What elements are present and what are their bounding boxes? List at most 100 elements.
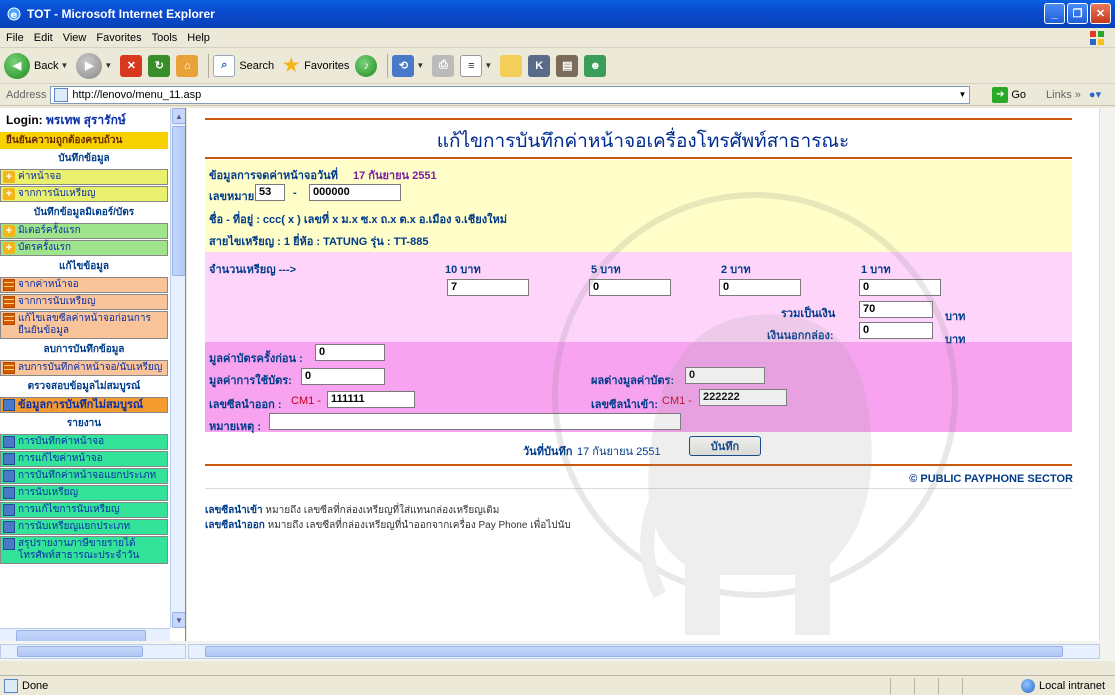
number-dash: - (293, 187, 297, 199)
nav-edit-coins[interactable]: จากการนับเหรียญ (0, 294, 168, 310)
page-done-icon (4, 678, 18, 693)
search-label: Search (239, 59, 275, 72)
nav-report-screen[interactable]: การบันทึกค่าหน้าจอ (0, 434, 168, 450)
plus-icon: + (3, 188, 15, 200)
nav-card-first[interactable]: + บัตรครั้งแรก (0, 240, 168, 256)
refresh-button[interactable]: ↻ (148, 54, 171, 77)
seal-in-label: เลขซีลนำเข้า: (591, 399, 659, 411)
menu-bar: File Edit View Favorites Tools Help (0, 28, 1115, 48)
nav-report-coins-type[interactable]: การนับเหรียญแยกประเภท (0, 519, 168, 535)
home-button[interactable]: ⌂ (176, 54, 199, 77)
address-input[interactable]: http://lenovo/menu_11.asp ▼ (50, 85, 971, 104)
left-frame-hscroll[interactable] (0, 644, 186, 659)
frame-horizontal-scrollbars (0, 641, 1115, 661)
menu-tools[interactable]: Tools (152, 32, 178, 44)
nav-vertical-scrollbar[interactable]: ▲ ▼ (170, 108, 185, 628)
maximize-button[interactable]: ❐ (1067, 3, 1088, 24)
scroll-thumb[interactable] (17, 646, 143, 657)
number-field[interactable]: 000000 (309, 184, 401, 201)
total-field[interactable]: 70 (859, 301, 933, 318)
nav-report-edit-coins[interactable]: การแก้ไขการนับเหรียญ (0, 502, 168, 518)
box-money-label: เงินนอกกล่อง: (767, 330, 834, 342)
address-dropdown-icon[interactable]: ▼ (958, 90, 966, 99)
card-use-field[interactable]: 0 (301, 368, 385, 385)
scroll-up-icon[interactable]: ▲ (172, 108, 185, 124)
scroll-thumb[interactable] (172, 126, 185, 276)
card-diff-field[interactable]: 0 (685, 367, 765, 384)
nav-record-coins[interactable]: + จากการนับเหรียญ (0, 186, 168, 202)
menu-view[interactable]: View (63, 32, 87, 44)
nav-incomplete[interactable]: ข้อมูลการบันทึกไม่สมบูรณ์ (0, 397, 168, 413)
nav-report-tax[interactable]: สรุปรายงานภาษีขายรายได้โทรศัพท์สาธารณะปร… (0, 536, 168, 564)
name-address: ชื่อ - ที่อยู่ : ccc( x ) เลขที่ x ม.x ซ… (209, 214, 507, 226)
back-button[interactable]: ◀ Back ▼ (4, 52, 70, 79)
box-money-baht: บาท (945, 334, 966, 346)
confirm-link[interactable]: ยืนยันความถูกต้องครบถ้วน (0, 132, 168, 149)
nav-edit-seal[interactable]: แก้ไขเลขซีลค่าหน้าจอก่อนการยืนยันข้อมูล (0, 311, 168, 339)
note-text: หมายถึง เลขซีลที่กล่องเหรียญที่นำออกจากเ… (267, 520, 571, 531)
save-button[interactable]: บันทึก (689, 436, 761, 456)
nav-label: จากค่าหน้าจอ (18, 279, 79, 290)
stop-button[interactable]: ✕ (120, 54, 143, 77)
seal-in-field[interactable]: 222222 (699, 389, 787, 406)
nav-report-screen-type[interactable]: การบันทึกค่าหน้าจอแยกประเภท (0, 468, 168, 484)
status-divider (962, 678, 963, 694)
nav-edit-screen[interactable]: จากค่าหน้าจอ (0, 277, 168, 293)
nav-meter-first[interactable]: + มิเตอร์ครั้งแรก (0, 223, 168, 239)
edit-dropdown-icon[interactable]: ▼ (484, 61, 492, 70)
menu-favorites[interactable]: Favorites (96, 32, 141, 44)
login-user: พรเทพ สุรารักษ์ (46, 113, 126, 127)
forward-button[interactable]: ▶ ▼ (76, 52, 114, 79)
nav-label: มิเตอร์ครั้งแรก (18, 225, 81, 236)
history-dropdown-icon[interactable]: ▼ (416, 61, 424, 70)
coin-2-field[interactable]: 0 (719, 279, 801, 296)
coin-1-label: 1 บาท (861, 264, 891, 276)
go-button[interactable]: ➔ Go (992, 86, 1026, 103)
coin-1-field[interactable]: 0 (859, 279, 941, 296)
box-money-field[interactable]: 0 (859, 322, 933, 339)
coins-label: จำนวนเหรียญ ---> (209, 264, 297, 276)
nav-label: แก้ไขเลขซีลค่าหน้าจอก่อนการยืนยันข้อมูล (18, 313, 151, 336)
nav-record-screen[interactable]: + ค่าหน้าจอ (0, 169, 168, 185)
history-button[interactable]: ⟲ ▼ (392, 54, 426, 77)
scroll-thumb[interactable] (205, 646, 1063, 657)
number-prefix-field[interactable]: 53 (255, 184, 285, 201)
seal-out-field[interactable]: 111111 (327, 391, 415, 408)
back-dropdown-icon[interactable]: ▼ (60, 61, 68, 70)
login-info: Login: พรเทพ สุรารักษ์ (0, 108, 168, 130)
nav-report-edit-screen[interactable]: การแก้ไขค่าหน้าจอ (0, 451, 168, 467)
search-button[interactable]: ⌕ Search (213, 54, 275, 77)
menu-file[interactable]: File (6, 32, 24, 44)
close-button[interactable]: ✕ (1090, 3, 1111, 24)
research-button[interactable]: ▤ (556, 54, 579, 77)
menu-help[interactable]: Help (187, 32, 210, 44)
main-frame-hscroll[interactable] (188, 644, 1100, 659)
document-icon (3, 453, 15, 465)
nav-report-coins[interactable]: การนับเหรียญ (0, 485, 168, 501)
note-key: เลขซีลนำออก (205, 520, 265, 531)
media-button[interactable]: ♪ (355, 54, 378, 77)
scroll-down-icon[interactable]: ▼ (172, 612, 185, 628)
main-vertical-scrollbar[interactable] (1099, 108, 1115, 641)
edit-button[interactable]: ≡ ▼ (460, 54, 494, 77)
folder-button[interactable] (500, 54, 523, 77)
messenger-small-icon[interactable]: ●▾ (1089, 88, 1101, 101)
menu-edit[interactable]: Edit (34, 32, 53, 44)
nav-label: การแก้ไขการนับเหรียญ (18, 504, 120, 515)
links-button[interactable]: Links » (1046, 89, 1081, 101)
minimize-button[interactable]: _ (1044, 3, 1065, 24)
card-prev-field[interactable]: 0 (315, 344, 385, 361)
save-date-label: วันที่บันทึก (523, 446, 573, 458)
messenger-icon: K (528, 54, 551, 77)
messenger-button[interactable]: K (528, 54, 551, 77)
coin-5-field[interactable]: 0 (589, 279, 671, 296)
nav-delete-record[interactable]: ลบการบันทึกค่าหน้าจอ/นับเหรียญ (0, 360, 168, 376)
print-button[interactable]: ⎙ (432, 54, 455, 77)
total-label: รวมเป็นเงิน (781, 308, 836, 320)
nav-label: การบันทึกค่าหน้าจอ (18, 436, 105, 447)
favorites-button[interactable]: ★ Favorites (280, 55, 349, 77)
remark-field[interactable] (269, 413, 681, 430)
coin-10-field[interactable]: 7 (447, 279, 529, 296)
forward-dropdown-icon[interactable]: ▼ (104, 61, 112, 70)
people-button[interactable]: ☻ (584, 54, 607, 77)
